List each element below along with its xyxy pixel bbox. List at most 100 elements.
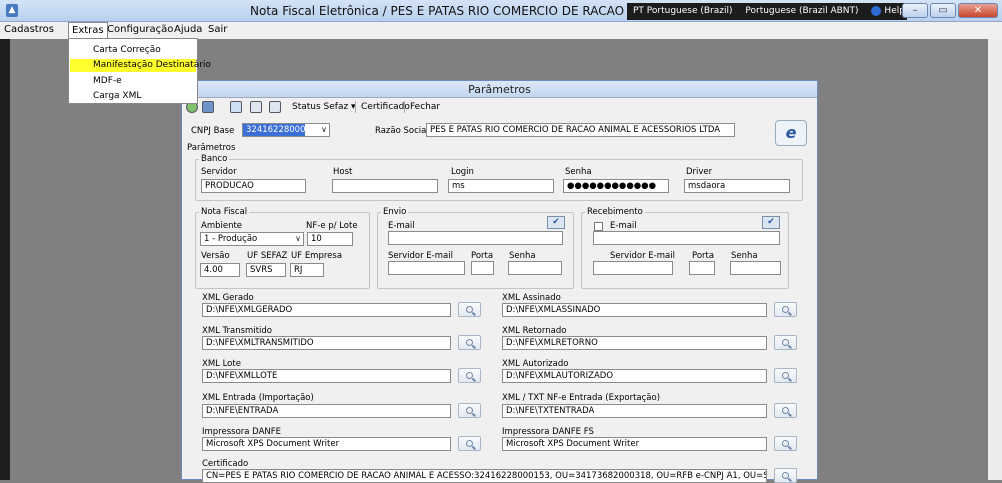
impressora-danfe-field[interactable]: Microsoft XPS Document Writer <box>202 437 451 451</box>
ambiente-select[interactable]: 1 - Produção ∨ <box>200 232 304 246</box>
xml-assinado-field[interactable]: D:\NFE\XMLASSINADO <box>502 303 767 317</box>
recebimento-porta-field[interactable] <box>689 261 715 275</box>
search-icon <box>782 339 789 346</box>
uf-sefaz-field[interactable]: SVRS <box>246 263 286 277</box>
language-indicator[interactable]: PT Portuguese (Brazil) <box>633 6 733 16</box>
envio-senha-field[interactable] <box>508 261 562 275</box>
recebimento-email-checkbox[interactable] <box>594 222 603 231</box>
recebimento-group: Recebimento E-mail ✔ Servidor E-mail Por… <box>581 207 789 289</box>
xml-lote-label: XML Lote <box>202 359 241 369</box>
servidor-field[interactable]: PRODUCAO <box>201 179 306 193</box>
chevron-down-icon: ∨ <box>321 125 327 134</box>
language-bar[interactable]: PT Portuguese (Brazil) Portuguese (Brazi… <box>627 3 907 20</box>
image-icon[interactable] <box>250 101 262 113</box>
menu-extras[interactable]: Extras <box>68 22 108 39</box>
ambiente-value: 1 - Produção <box>204 234 258 244</box>
search-icon <box>466 407 473 414</box>
senha-field[interactable]: ●●●●●●●●●●●● <box>563 179 669 193</box>
envio-label: Envio <box>381 207 409 217</box>
menu-item-manifestacao-destinatario[interactable]: Manifestação Destinatário <box>70 59 211 72</box>
xml-autorizado-field[interactable]: D:\NFE\XMLAUTORIZADO <box>502 369 767 383</box>
menu-ajuda[interactable]: Ajuda <box>174 24 202 35</box>
cnpj-label: CNPJ Base <box>191 126 235 136</box>
uf-empresa-field[interactable]: RJ <box>290 263 324 277</box>
recebimento-email-field[interactable] <box>593 231 780 245</box>
xml-txt-entrada-search-button[interactable] <box>774 403 797 418</box>
envio-porta-label: Porta <box>471 251 494 261</box>
search-icon <box>466 339 473 346</box>
envio-porta-field[interactable] <box>471 261 494 275</box>
recebimento-servidor-email-field[interactable] <box>593 261 673 275</box>
certificado-search-button[interactable] <box>774 468 797 483</box>
app-icon: ▲ <box>6 4 18 17</box>
xml-retornado-search-button[interactable] <box>774 335 797 350</box>
minimize-button[interactable]: – <box>902 3 928 18</box>
menu-item-mdfe[interactable]: MDF-e <box>70 75 196 88</box>
checkmark-icon[interactable]: ✔ <box>762 216 780 229</box>
nota-fiscal-group: Nota Fiscal Ambiente 1 - Produção ∨ NF-e… <box>195 207 370 289</box>
checkmark-icon[interactable]: ✔ <box>547 216 565 229</box>
chevron-down-icon: ∨ <box>295 234 301 243</box>
host-label: Host <box>333 167 353 177</box>
status-sefaz-button[interactable]: Status Sefaz ▾ <box>292 102 356 112</box>
versao-label: Versão <box>201 251 230 261</box>
recebimento-senha-field[interactable] <box>730 261 781 275</box>
certificado-field[interactable]: CN=PES E PATAS RIO COMERCIO DE RACAO ANI… <box>202 469 767 483</box>
parametros-window: Parâmetros Status Sefaz ▾ Certificado Fe… <box>181 80 818 483</box>
host-field[interactable] <box>332 179 438 193</box>
menu-item-carta-correcao[interactable]: Carta Correção <box>70 44 196 57</box>
columns-icon[interactable] <box>269 101 281 113</box>
impressora-danfe-fs-search-button[interactable] <box>774 436 797 451</box>
xml-retornado-field[interactable]: D:\NFE\XMLRETORNO <box>502 336 767 350</box>
search-icon <box>466 440 473 447</box>
xml-txt-entrada-field[interactable]: D:\NFE\TXTENTRADA <box>502 404 767 418</box>
cnpj-select[interactable]: 32416228000153 ∨ <box>242 123 330 137</box>
save-icon[interactable] <box>202 101 214 113</box>
banco-group: Banco Servidor PRODUCAO Host Login ms Se… <box>195 154 803 201</box>
extras-dropdown: Carta Correção Manifestação Destinatário… <box>68 38 211 104</box>
window-controls: – ▭ ✕ <box>900 3 998 19</box>
search-icon <box>782 472 789 479</box>
impressora-danfe-search-button[interactable] <box>458 436 481 451</box>
maximize-button[interactable]: ▭ <box>930 3 956 18</box>
close-button[interactable]: ✕ <box>958 3 998 18</box>
versao-field[interactable]: 4.00 <box>200 263 240 277</box>
toolbar-separator <box>404 101 405 113</box>
envio-senha-label: Senha <box>509 251 536 261</box>
xml-assinado-search-button[interactable] <box>774 302 797 317</box>
menu-item-carga-xml[interactable]: Carga XML <box>70 90 196 103</box>
xml-transmitido-field[interactable]: D:\NFE\XMLTRANSMITIDO <box>202 336 451 350</box>
xml-lote-search-button[interactable] <box>458 368 481 383</box>
menu-sair[interactable]: Sair <box>208 24 227 35</box>
impressora-danfe-fs-field[interactable]: Microsoft XPS Document Writer <box>502 437 767 451</box>
app-titlebar: ▲ Nota Fiscal Eletrônica / PES E PATAS R… <box>0 0 1002 22</box>
envio-servidor-email-field[interactable] <box>388 261 465 275</box>
driver-field[interactable]: msdaora <box>684 179 790 193</box>
keyboard-layout[interactable]: Portuguese (Brazil ABNT) <box>745 6 858 16</box>
menu-configuracao[interactable]: Configuração <box>107 24 173 35</box>
check-icon[interactable] <box>230 101 242 113</box>
parametros-label: Parâmetros <box>187 143 236 153</box>
nota-fiscal-label: Nota Fiscal <box>199 207 250 217</box>
login-field[interactable]: ms <box>448 179 554 193</box>
login-label: Login <box>451 167 474 177</box>
recebimento-senha-label: Senha <box>731 251 758 261</box>
fechar-button[interactable]: Fechar <box>410 102 440 112</box>
xml-gerado-search-button[interactable] <box>458 302 481 317</box>
xml-transmitido-search-button[interactable] <box>458 335 481 350</box>
xml-entrada-search-button[interactable] <box>458 403 481 418</box>
nfe-lote-field[interactable]: 10 <box>307 232 353 246</box>
envio-email-field[interactable] <box>388 231 563 245</box>
impressora-danfe-label: Impressora DANFE <box>202 427 282 437</box>
nfe-lote-label: NF-e p/ Lote <box>306 221 358 231</box>
menu-cadastros[interactable]: Cadastros <box>4 24 54 35</box>
razao-social-field[interactable]: PES E PATAS RIO COMERCIO DE RACAO ANIMAL… <box>426 123 735 137</box>
xml-gerado-field[interactable]: D:\NFE\XMLGERADO <box>202 303 451 317</box>
xml-entrada-field[interactable]: D:\NFE\ENTRADA <box>202 404 451 418</box>
xml-txt-entrada-label: XML / TXT NF-e Entrada (Exportação) <box>502 393 661 403</box>
xml-autorizado-search-button[interactable] <box>774 368 797 383</box>
xml-lote-field[interactable]: D:\NFE\XMLLOTE <box>202 369 451 383</box>
help-icon <box>871 5 882 16</box>
certificado-button[interactable]: Certificado <box>361 102 410 112</box>
envio-group: Envio E-mail ✔ Servidor E-mail Porta Sen… <box>377 207 574 289</box>
